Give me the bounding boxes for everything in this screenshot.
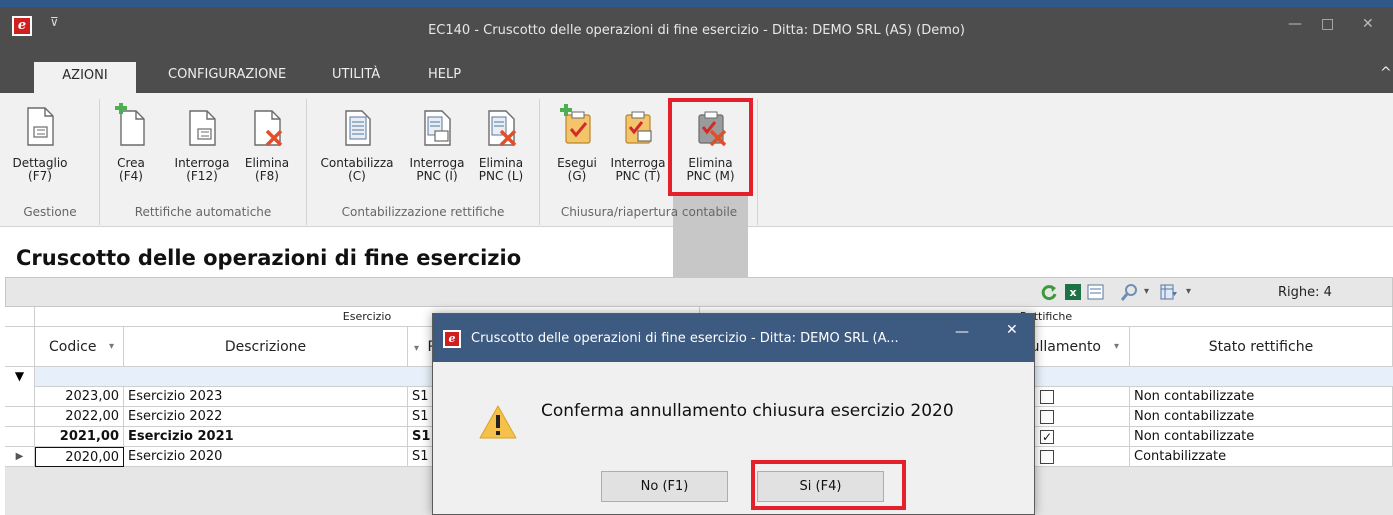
dialog-title-bar: e Cruscotto delle operazioni di fine ese…: [433, 314, 1034, 362]
column-header-stato-rettifiche[interactable]: Stato rettifiche: [1130, 327, 1393, 367]
search-filter-icon[interactable]: [1121, 283, 1139, 301]
query-document-icon: [189, 110, 216, 146]
application-window: e ⊽ EC140 - Cruscotto delle operazioni d…: [0, 0, 1393, 515]
column-header-codice[interactable]: Codice ▾: [35, 327, 124, 367]
group-label-gestione: Gestione: [23, 205, 77, 219]
cell-codice: 2021,00: [35, 427, 124, 447]
chevron-down-icon[interactable]: ▾: [1144, 286, 1149, 297]
elimina-shortcut: (F8): [255, 169, 279, 183]
chevron-down-icon[interactable]: ▾: [109, 327, 114, 367]
svg-text:x: x: [1069, 286, 1076, 299]
interroga-shortcut: (F12): [186, 169, 218, 183]
filter-icon[interactable]: ▼: [5, 367, 35, 387]
execute-closing-icon: [560, 104, 591, 144]
tab-help[interactable]: HELP: [428, 67, 461, 82]
close-button[interactable]: ✕: [1362, 16, 1374, 32]
contabilizza-shortcut: (C): [348, 169, 366, 183]
title-bar: e ⊽ EC140 - Cruscotto delle operazioni d…: [0, 7, 1393, 57]
row-indicator: [5, 427, 35, 447]
page-title: Cruscotto delle operazioni di fine eserc…: [16, 246, 522, 270]
query-closing-icon: [625, 111, 652, 144]
group-label-contabilizzazione-rettifiche: Contabilizzazione rettifiche: [341, 205, 505, 219]
cell-descrizione: Esercizio 2021: [124, 427, 408, 447]
cell-stato: Non contabilizzate: [1130, 407, 1393, 427]
confirmation-dialog: e Cruscotto delle operazioni di fine ese…: [432, 313, 1035, 515]
column-header-descrizione[interactable]: Descrizione: [124, 327, 408, 367]
ledger-icon: [345, 110, 371, 146]
export-grid-icon[interactable]: [1087, 283, 1105, 301]
column-chooser-icon[interactable]: [1160, 283, 1178, 301]
crea-shortcut: (F4): [119, 169, 143, 183]
column-header-stato-rettifiche-label: Stato rettifiche: [1208, 339, 1314, 355]
dialog-message: Conferma annullamento chiusura esercizio…: [541, 401, 954, 421]
add-document-icon: [115, 103, 145, 146]
dialog-close-button[interactable]: ✕: [1006, 322, 1018, 338]
column-header-codice-label: Codice: [49, 339, 97, 355]
dialog-minimize-button[interactable]: —: [955, 324, 969, 340]
ribbon-separator: [757, 99, 758, 225]
rows-count: Righe: 4: [1278, 285, 1332, 300]
minimize-button[interactable]: —: [1288, 16, 1302, 32]
row-indicator: [5, 387, 35, 407]
annullamento-checkbox[interactable]: [1040, 450, 1054, 464]
row-indicator: [5, 407, 35, 427]
interroga-pnc-i-shortcut: PNC (I): [416, 169, 458, 183]
delete-document-icon: [254, 110, 283, 147]
delete-ledger-icon: [488, 110, 517, 147]
ribbon-separator: [539, 99, 540, 225]
cell-codice: 2022,00: [35, 407, 124, 427]
ribbon-tab-bar: AZIONI CONFIGURAZIONE UTILITÀ HELP ^: [0, 57, 1393, 93]
group-label-chiusura-riapertura: Chiusura/riapertura contabile: [560, 205, 738, 219]
cell-stato: Non contabilizzate: [1130, 387, 1393, 407]
annullamento-checkbox[interactable]: [1040, 410, 1054, 424]
highlight-si-button: [751, 460, 906, 510]
current-row-indicator-icon: ▶: [5, 447, 35, 467]
tab-configurazione[interactable]: CONFIGURAZIONE: [168, 67, 286, 82]
chevron-down-icon[interactable]: ▾: [1114, 327, 1119, 367]
tab-azioni[interactable]: AZIONI: [34, 62, 136, 93]
cell-descrizione: Esercizio 2022: [124, 407, 408, 427]
dialog-title: Cruscotto delle operazioni di fine eserc…: [471, 331, 899, 346]
collapse-ribbon-icon[interactable]: ^: [1380, 65, 1392, 81]
esegui-shortcut: (G): [567, 169, 587, 183]
query-ledger-icon: [424, 110, 451, 146]
app-logo-icon: e: [443, 330, 461, 348]
maximize-button[interactable]: □: [1321, 16, 1334, 32]
window-title: EC140 - Cruscotto delle operazioni di fi…: [428, 23, 965, 38]
cell-descrizione: Esercizio 2020: [124, 447, 408, 467]
grid-corner: [5, 307, 35, 327]
chevron-down-icon[interactable]: ▾: [1186, 286, 1191, 297]
cell-stato: Contabilizzate: [1130, 447, 1393, 467]
annullamento-checkbox-checked[interactable]: ✓: [1040, 430, 1054, 444]
no-button[interactable]: No (F1): [601, 471, 728, 502]
cell-codice: 2020,00: [35, 447, 124, 467]
warning-icon: [479, 405, 517, 439]
elimina-pnc-l-shortcut: PNC (L): [478, 169, 524, 183]
dettaglio-shortcut: (F7): [28, 169, 52, 183]
highlight-elimina-pnc-m: [668, 98, 753, 196]
chevron-down-icon[interactable]: ▾: [414, 343, 419, 354]
document-detail-icon: [27, 107, 54, 146]
cell-stato: Non contabilizzate: [1130, 427, 1393, 447]
cell-descrizione: Esercizio 2023: [124, 387, 408, 407]
refresh-icon[interactable]: [1040, 283, 1058, 301]
interroga-pnc-t-shortcut: PNC (T): [615, 169, 661, 183]
annullamento-checkbox[interactable]: [1040, 390, 1054, 404]
column-header-descrizione-label: Descrizione: [224, 339, 307, 355]
row-indicator-header: [5, 327, 35, 367]
ribbon-separator: [306, 99, 307, 225]
window-top-stripe: [0, 0, 1393, 7]
grid-toolbar: x ▾ ▾ Righe: 4: [5, 277, 1393, 307]
group-label-rettifiche-automatiche: Rettifiche automatiche: [134, 205, 272, 219]
excel-export-icon[interactable]: x: [1064, 283, 1082, 301]
ribbon-separator: [99, 99, 100, 225]
cell-codice: 2023,00: [35, 387, 124, 407]
tab-utilita[interactable]: UTILITÀ: [332, 67, 380, 82]
